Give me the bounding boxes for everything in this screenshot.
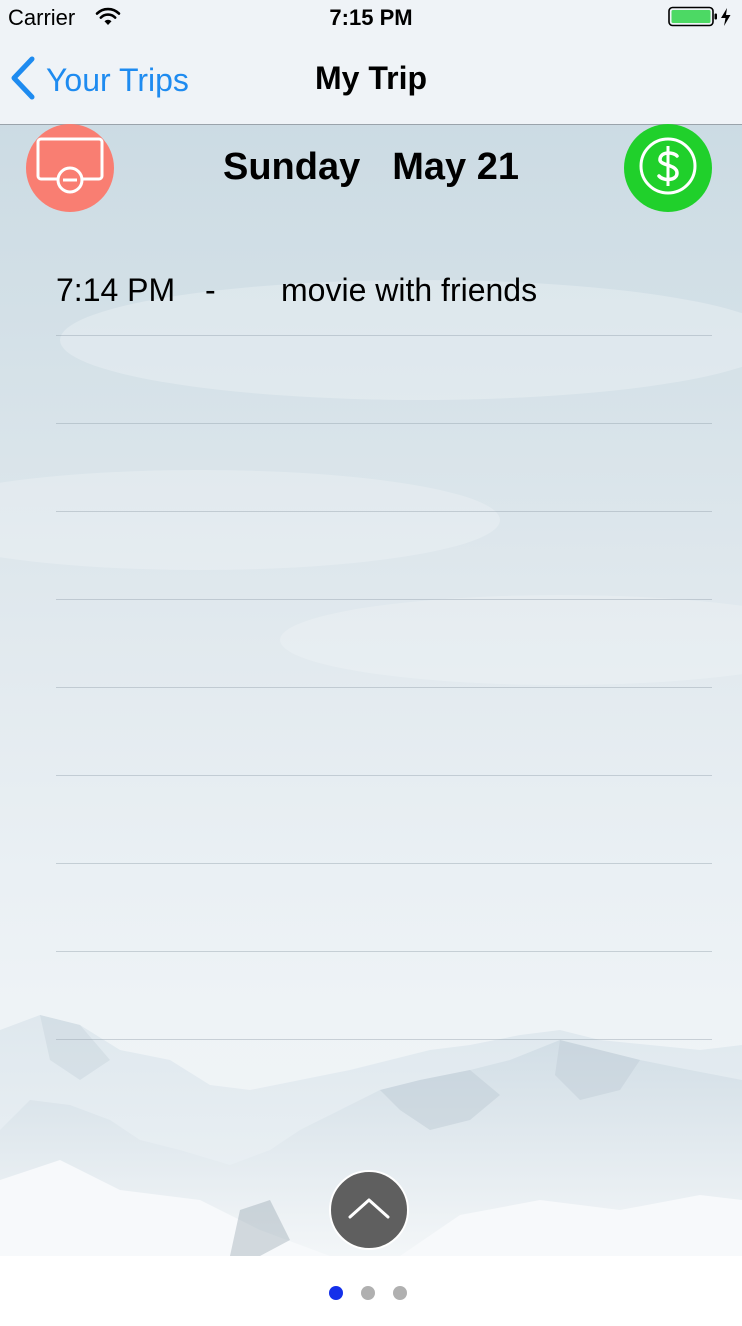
day-header: Sunday May 21 — [0, 146, 742, 189]
nav-title: My Trip — [314, 60, 427, 96]
status-bar: Carrier 7:15 PM — [0, 0, 742, 34]
page-dot-3[interactable] — [393, 1286, 407, 1300]
event-row[interactable] — [56, 424, 712, 512]
navigation-bar: Your Trips My Trip — [0, 40, 742, 124]
event-row[interactable] — [56, 512, 712, 600]
event-row[interactable] — [56, 776, 712, 864]
event-title: movie with friends — [281, 272, 538, 308]
page-control — [0, 1256, 742, 1326]
event-row[interactable]: 7:14 PM - movie with friends — [56, 248, 712, 336]
event-separator: - — [205, 272, 216, 308]
page-dot-2[interactable] — [361, 1286, 375, 1300]
page-dot-1[interactable] — [329, 1286, 343, 1300]
event-list: 7:14 PM - movie with friends — [56, 248, 712, 1040]
top-bars: Carrier 7:15 PM Your Trips My Trip — [0, 0, 742, 125]
scroll-up-button[interactable] — [329, 1170, 409, 1250]
weekday-label: Sunday — [223, 146, 361, 188]
event-row[interactable] — [56, 864, 712, 952]
chevron-up-icon — [347, 1195, 391, 1226]
event-time: 7:14 PM — [56, 272, 176, 308]
page-dots — [329, 1286, 407, 1300]
status-time: 7:15 PM — [329, 5, 413, 30]
event-row[interactable] — [56, 688, 712, 776]
trip-day-screen: Carrier 7:15 PM Your Trips My Trip Sunda… — [0, 0, 742, 1326]
event-row[interactable] — [56, 600, 712, 688]
battery-charging-icon — [668, 6, 734, 33]
date-label: May 21 — [392, 146, 519, 188]
event-row[interactable] — [56, 952, 712, 1040]
event-row[interactable] — [56, 336, 712, 424]
